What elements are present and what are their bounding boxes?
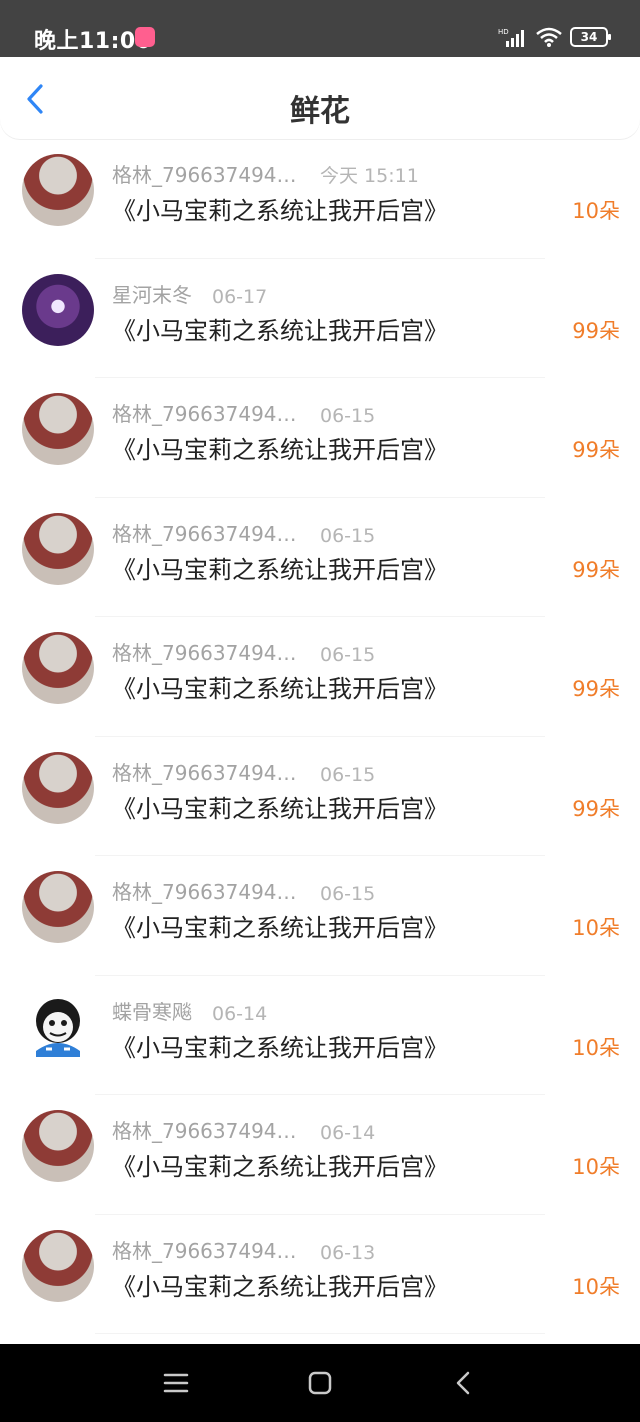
book-title[interactable]: 《小马宝莉之系统让我开后宫》 <box>112 311 448 346</box>
book-title[interactable]: 《小马宝莉之系统让我开后宫》 <box>112 550 448 585</box>
date: 06-15 <box>320 524 376 547</box>
book-title[interactable]: 《小马宝莉之系统让我开后宫》 <box>112 789 448 824</box>
book-title[interactable]: 《小马宝莉之系统让我开后宫》 <box>112 430 448 465</box>
flower-count: 10朵 <box>572 1035 620 1060</box>
date: 06-15 <box>320 405 376 427</box>
username[interactable]: 格林_7966374947... <box>112 637 300 666</box>
date: 今天 15:11 <box>320 165 419 187</box>
list-item[interactable]: 格林_7966374947... 06-13 《小马宝莉之系统让我开后宫》 10朵 <box>0 1215 640 1335</box>
skull-avatar-icon <box>36 998 80 1057</box>
username[interactable]: 星河末冬 <box>112 279 192 308</box>
avatar[interactable] <box>22 393 94 465</box>
avatar[interactable] <box>22 512 94 585</box>
flower-count: 99朵 <box>572 438 620 462</box>
avatar[interactable] <box>22 1229 94 1302</box>
avatar[interactable] <box>22 632 94 704</box>
list-item[interactable]: 格林_7966374947... 06-15 《小马宝莉之系统让我开后宫》 99朵 <box>0 378 640 498</box>
page-title: 鲜花 <box>290 94 350 129</box>
flower-list: 格林_7966374947... 今天 15:11 《小马宝莉之系统让我开后宫》 … <box>0 139 640 1344</box>
avatar[interactable] <box>22 273 94 346</box>
book-title[interactable]: 《小马宝莉之系统让我开后宫》 <box>112 1267 448 1302</box>
avatar[interactable] <box>22 751 94 824</box>
date: 06-15 <box>320 763 376 786</box>
username[interactable]: 蝶骨寒飚 <box>112 996 192 1025</box>
system-back-icon[interactable] <box>450 1371 478 1395</box>
date: 06-15 <box>320 883 376 905</box>
list-item[interactable]: 格林_7966374947... 06-15 《小马宝莉之系统让我开后宫》 99朵 <box>0 498 640 618</box>
username[interactable]: 格林_7966374947... <box>112 757 300 786</box>
username[interactable]: 格林_7966374947... <box>112 159 300 188</box>
username[interactable]: 格林_7966374947... <box>112 1115 300 1144</box>
status-bar: 晚上11:00 HD 34 <box>0 0 640 57</box>
list-item[interactable]: 格林_7966374947... 今天 15:11 《小马宝莉之系统让我开后宫》 … <box>0 139 640 259</box>
date: 06-14 <box>212 1002 268 1025</box>
date: 06-13 <box>320 1241 376 1264</box>
list-item[interactable]: 星河末冬 06-17 《小马宝莉之系统让我开后宫》 99朵 <box>0 259 640 379</box>
wifi-icon <box>536 27 562 47</box>
book-title[interactable]: 《小马宝莉之系统让我开后宫》 <box>112 908 448 943</box>
status-icons: HD 34 <box>498 25 611 49</box>
list-item[interactable]: 蝶骨寒飚 06-14 《小马宝莉之系统让我开后宫》 10朵 <box>0 976 640 1096</box>
username[interactable]: 格林_7966374947... <box>112 518 300 547</box>
date: 06-17 <box>212 285 268 308</box>
app-badge-icon <box>135 27 155 47</box>
flower-count: 10朵 <box>572 916 620 940</box>
book-title[interactable]: 《小马宝莉之系统让我开后宫》 <box>112 1028 448 1063</box>
username[interactable]: 格林_7966374947... <box>112 1235 300 1264</box>
avatar[interactable] <box>22 871 94 943</box>
flower-count: 99朵 <box>572 557 620 582</box>
status-time: 晚上11:00 <box>34 29 152 54</box>
list-item[interactable]: 格林_7966374947... 06-15 《小马宝莉之系统让我开后宫》 99朵 <box>0 617 640 737</box>
username[interactable]: 格林_7966374947... <box>112 398 300 427</box>
flower-count: 10朵 <box>572 1155 620 1179</box>
signal-icon: HD <box>498 28 524 47</box>
list-item[interactable]: 格林_7966374947... 06-15 《小马宝莉之系统让我开后宫》 99朵 <box>0 737 640 857</box>
book-title[interactable]: 《小马宝莉之系统让我开后宫》 <box>112 1147 448 1182</box>
menu-icon[interactable] <box>162 1371 190 1395</box>
avatar[interactable] <box>22 154 94 226</box>
list-item[interactable]: 格林_7966374947... 06-14 《小马宝莉之系统让我开后宫》 10朵 <box>0 1095 640 1215</box>
battery-icon: 34 <box>570 27 611 47</box>
list-item[interactable]: 格林_7966374947... 06-15 《小马宝莉之系统让我开后宫》 10朵 <box>0 856 640 976</box>
flower-count: 99朵 <box>572 677 620 701</box>
svg-text:HD: HD <box>498 28 509 36</box>
flower-count: 99朵 <box>572 318 620 343</box>
book-title[interactable]: 《小马宝莉之系统让我开后宫》 <box>112 191 448 226</box>
date: 06-14 <box>320 1122 376 1144</box>
username[interactable]: 格林_7966374947... <box>112 876 300 905</box>
book-title[interactable]: 《小马宝莉之系统让我开后宫》 <box>112 669 448 704</box>
flower-count: 99朵 <box>572 796 620 821</box>
home-icon[interactable] <box>306 1371 334 1395</box>
system-navigation-bar <box>0 1344 640 1422</box>
avatar[interactable] <box>22 1110 94 1182</box>
flower-count: 10朵 <box>572 199 620 223</box>
header: 鲜花 <box>0 57 640 139</box>
avatar[interactable] <box>22 990 94 1063</box>
flower-count: 10朵 <box>572 1274 620 1299</box>
date: 06-15 <box>320 644 376 666</box>
